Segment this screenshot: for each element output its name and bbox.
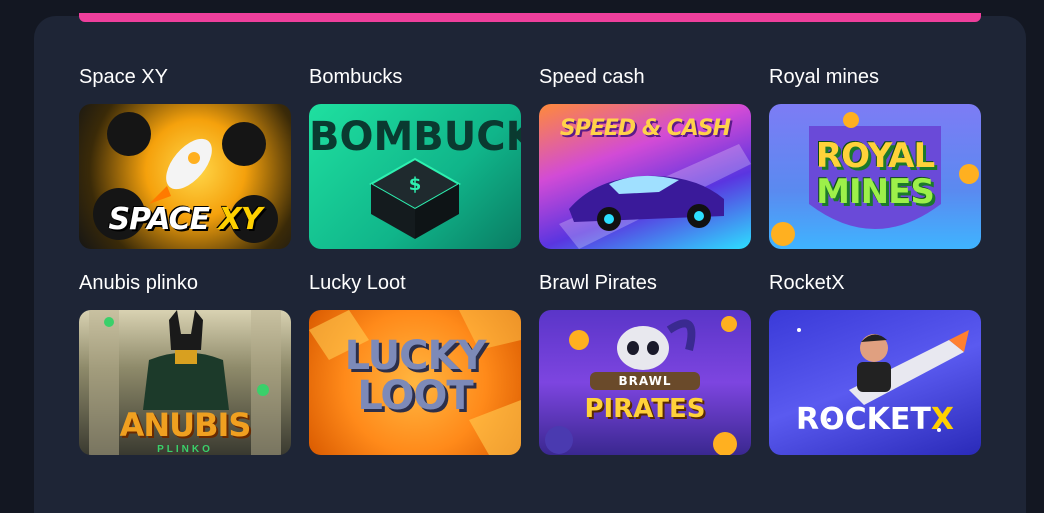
game-thumbnail[interactable]: ROYAL MINES: [769, 104, 981, 249]
game-card-speed-cash[interactable]: Speed cash SPEED & CASH: [539, 64, 751, 249]
game-logo: BRAWL: [590, 372, 700, 390]
game-logo: SPEED & CASH: [559, 116, 731, 141]
game-thumbnail[interactable]: BRAWL PIRATES: [539, 310, 751, 455]
game-thumbnail[interactable]: LUCKY LOOT: [309, 310, 521, 455]
game-card-lucky-loot[interactable]: Lucky Loot LUCKY LOOT: [309, 270, 521, 455]
game-title[interactable]: RocketX: [769, 270, 981, 296]
game-logo: ROCKETX: [796, 402, 954, 437]
game-title[interactable]: Lucky Loot: [309, 270, 521, 296]
game-title[interactable]: Brawl Pirates: [539, 270, 751, 296]
game-thumbnail[interactable]: BOMBUCKS $: [309, 104, 521, 249]
game-card-royal-mines[interactable]: Royal mines ROYAL MINES: [769, 64, 981, 249]
game-card-space-xy[interactable]: Space XY SPACE XY: [79, 64, 291, 249]
game-title[interactable]: Royal mines: [769, 64, 981, 90]
game-thumbnail[interactable]: SPACE XY: [79, 104, 291, 249]
game-logo: SPACE XY: [108, 202, 263, 237]
game-title[interactable]: Speed cash: [539, 64, 751, 90]
game-logo-subtitle: PLINKO: [157, 444, 213, 455]
game-logo: LUCKY LOOT: [344, 333, 487, 419]
game-card-bombucks[interactable]: Bombucks BOMBUCKS $: [309, 64, 521, 249]
game-thumbnail[interactable]: SPEED & CASH: [539, 104, 751, 249]
game-thumbnail[interactable]: ROCKETX: [769, 310, 981, 455]
games-grid: Space XY SPACE XY Bombucks BOMBUCKS $: [79, 64, 981, 455]
game-title[interactable]: Bombucks: [309, 64, 521, 90]
bomb-box-icon: $: [368, 157, 462, 239]
game-title[interactable]: Anubis plinko: [79, 270, 291, 296]
game-card-brawl-pirates[interactable]: Brawl Pirates BRAWL PIRATES: [539, 270, 751, 455]
game-title[interactable]: Space XY: [79, 64, 291, 90]
accent-bar: [79, 13, 981, 22]
game-card-rocketx[interactable]: RocketX ROCKETX: [769, 270, 981, 455]
game-card-anubis-plinko[interactable]: Anubis plinko ANUBIS PLINKO: [79, 270, 291, 455]
game-logo: ANUBIS: [119, 406, 252, 444]
game-logo: ROYAL MINES: [815, 136, 935, 212]
game-logo-main: PIRATES: [584, 394, 706, 424]
svg-text:$: $: [409, 174, 422, 195]
game-thumbnail[interactable]: ANUBIS PLINKO: [79, 310, 291, 455]
